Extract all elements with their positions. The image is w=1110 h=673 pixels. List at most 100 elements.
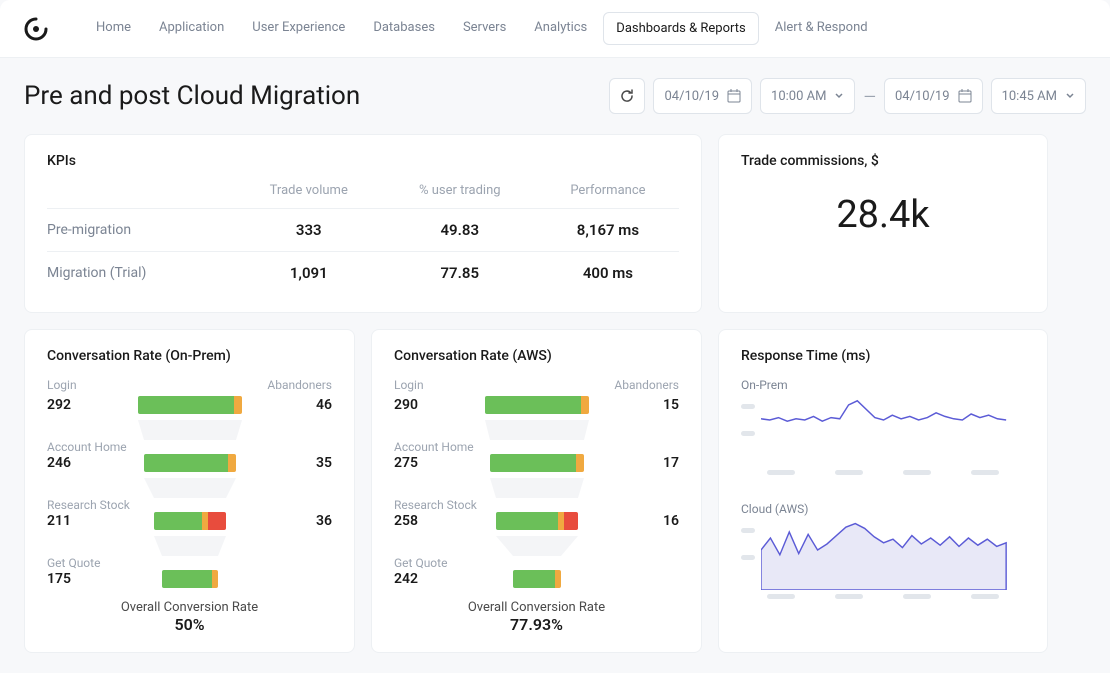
refresh-button[interactable] xyxy=(609,78,645,114)
funnel-bar xyxy=(154,512,226,530)
funnel-bar xyxy=(496,512,578,530)
funnel-onprem-card: Conversation Rate (On-Prem) Login Abando… xyxy=(24,329,355,653)
nav-tab-application[interactable]: Application xyxy=(147,12,236,45)
funnel-bar xyxy=(485,396,589,414)
aws-spark-label: Cloud (AWS) xyxy=(741,502,1025,516)
onprem-sparkline xyxy=(741,396,1025,486)
kpi-col-trade-volume: Trade volume xyxy=(235,183,383,209)
funnel-value: 258 xyxy=(394,513,444,529)
funnel-step: 211 36 xyxy=(47,512,332,530)
kpi-col-blank xyxy=(47,183,235,209)
kpi-cell: 1,091 xyxy=(235,252,383,295)
funnel-step: 246 35 xyxy=(47,454,332,472)
kpi-cell: 49.83 xyxy=(383,209,537,252)
funnel-value: 242 xyxy=(394,571,444,587)
aws-sparkline xyxy=(741,520,1025,610)
funnel-value: 275 xyxy=(394,455,444,471)
start-date-input[interactable]: 04/10/19 xyxy=(653,78,752,114)
kpi-col-performance: Performance xyxy=(537,183,679,209)
kpi-card-title: KPIs xyxy=(47,153,679,169)
funnel-step: 258 16 xyxy=(394,512,679,530)
overall-value: 77.93% xyxy=(394,615,679,634)
kpi-col-user-trading: % user trading xyxy=(383,183,537,209)
kpi-cell: 333 xyxy=(235,209,383,252)
end-time-value: 10:45 AM xyxy=(1002,89,1057,104)
funnel-value: 175 xyxy=(47,571,97,587)
commissions-value: 28.4k xyxy=(741,193,1025,237)
commissions-card: Trade commissions, $ 28.4k xyxy=(718,134,1048,313)
funnel-bar xyxy=(490,454,584,472)
start-time-input[interactable]: 10:00 AM xyxy=(760,78,855,114)
kpi-row-pre-migration: Pre-migration 333 49.83 8,167 ms xyxy=(47,209,679,252)
kpi-row-label: Pre-migration xyxy=(47,209,235,252)
funnel-value: 292 xyxy=(47,397,97,413)
kpi-row-migration-trial: Migration (Trial) 1,091 77.85 400 ms xyxy=(47,252,679,295)
kpi-cell: 77.85 xyxy=(383,252,537,295)
funnel-abandoners: 17 xyxy=(629,455,679,471)
commissions-title: Trade commissions, $ xyxy=(741,153,1025,169)
nav-tab-dashboards-reports[interactable]: Dashboards & Reports xyxy=(603,12,758,45)
kpi-cell: 8,167 ms xyxy=(537,209,679,252)
funnel-bar xyxy=(513,570,561,588)
end-time-input[interactable]: 10:45 AM xyxy=(991,78,1086,114)
funnel-abandoners: 36 xyxy=(282,513,332,529)
nav-tab-user-experience[interactable]: User Experience xyxy=(240,12,357,45)
chevron-down-icon xyxy=(834,91,844,101)
funnel-step: 290 15 xyxy=(394,396,679,414)
nav-tab-alert-respond[interactable]: Alert & Respond xyxy=(763,12,880,45)
logo xyxy=(24,17,48,41)
funnel-left-header: Login xyxy=(47,378,77,392)
response-time-card: Response Time (ms) On-Prem Cloud (AWS) xyxy=(718,329,1048,653)
funnel-left-header: Login xyxy=(394,378,424,392)
funnel-step: 175 xyxy=(47,570,332,588)
kpi-table: Trade volume % user trading Performance … xyxy=(47,183,679,294)
funnel-aws-card: Conversation Rate (AWS) Login Abandoners… xyxy=(371,329,702,653)
nav-tabs: Home Application User Experience Databas… xyxy=(84,12,880,45)
nav-tab-analytics[interactable]: Analytics xyxy=(522,12,599,45)
overall-value: 50% xyxy=(47,615,332,634)
range-separator: — xyxy=(863,87,876,106)
funnel-step-label: Research Stock xyxy=(394,498,679,512)
funnel-step-label: Account Home xyxy=(394,440,679,454)
funnel-step-label: Get Quote xyxy=(394,556,679,570)
funnel-abandoners: 35 xyxy=(282,455,332,471)
calendar-icon xyxy=(727,89,741,103)
funnel-value: 290 xyxy=(394,397,444,413)
funnel-step: 242 xyxy=(394,570,679,588)
funnel-bar xyxy=(138,396,242,414)
funnel-step: 292 46 xyxy=(47,396,332,414)
funnel-bar xyxy=(144,454,236,472)
onprem-spark-label: On-Prem xyxy=(741,378,1025,392)
funnel-value: 246 xyxy=(47,455,97,471)
kpi-card: KPIs Trade volume % user trading Perform… xyxy=(24,134,702,313)
funnel-onprem-title: Conversation Rate (On-Prem) xyxy=(47,348,332,364)
funnel-right-header: Abandoners xyxy=(267,378,332,392)
navbar: Home Application User Experience Databas… xyxy=(0,0,1110,58)
end-date-input[interactable]: 04/10/19 xyxy=(884,78,983,114)
funnel-step-label: Account Home xyxy=(47,440,332,454)
funnel-aws-title: Conversation Rate (AWS) xyxy=(394,348,679,364)
funnel-abandoners: 46 xyxy=(282,397,332,413)
kpi-row-label: Migration (Trial) xyxy=(47,252,235,295)
funnel-step-label: Get Quote xyxy=(47,556,332,570)
overall-label: Overall Conversion Rate xyxy=(47,600,332,615)
nav-tab-databases[interactable]: Databases xyxy=(361,12,447,45)
page-title: Pre and post Cloud Migration xyxy=(24,81,360,111)
kpi-cell: 400 ms xyxy=(537,252,679,295)
funnel-step: 275 17 xyxy=(394,454,679,472)
funnel-value: 211 xyxy=(47,513,97,529)
nav-tab-servers[interactable]: Servers xyxy=(451,12,518,45)
funnel-abandoners: 16 xyxy=(629,513,679,529)
date-range-controls: 04/10/19 10:00 AM — 04/10/19 10:45 AM xyxy=(609,78,1086,114)
end-date-value: 04/10/19 xyxy=(895,89,950,104)
funnel-right-header: Abandoners xyxy=(614,378,679,392)
nav-tab-home[interactable]: Home xyxy=(84,12,143,45)
response-time-title: Response Time (ms) xyxy=(741,348,1025,364)
chevron-down-icon xyxy=(1065,91,1075,101)
funnel-bar xyxy=(162,570,218,588)
start-time-value: 10:00 AM xyxy=(771,89,826,104)
funnel-step-label: Research Stock xyxy=(47,498,332,512)
funnel-abandoners: 15 xyxy=(629,397,679,413)
calendar-icon xyxy=(958,89,972,103)
start-date-value: 04/10/19 xyxy=(664,89,719,104)
